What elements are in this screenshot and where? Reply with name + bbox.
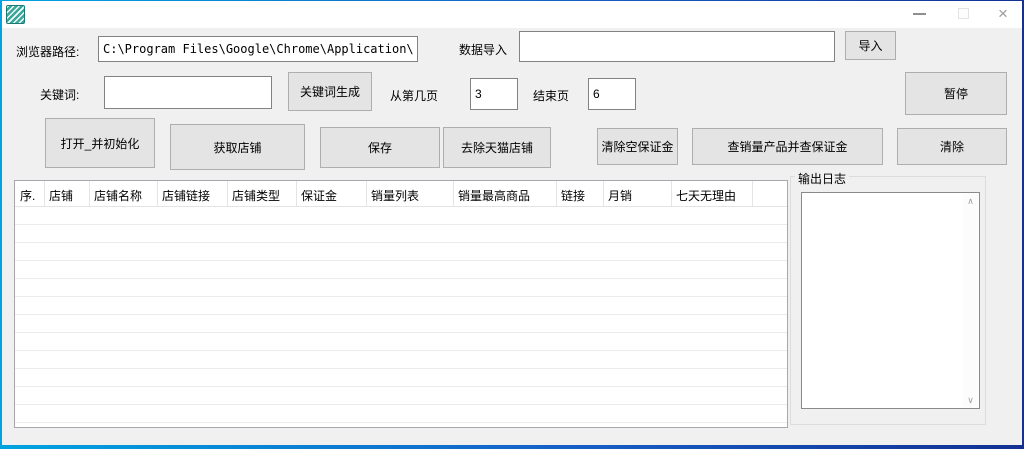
column-header-deposit[interactable]: 保证金 [301,187,337,204]
data-import-label: 数据导入 [459,41,507,58]
column-header-seven-day[interactable]: 七天无理由 [676,187,736,204]
query-sales-deposit-button[interactable]: 查销量产品并查保证金 [692,128,883,165]
column-header-top-product[interactable]: 销量最高商品 [458,187,530,204]
output-log-textbox[interactable]: ∧ ∨ [801,192,980,409]
output-log-label: 输出日志 [795,170,849,187]
keyword-generate-button[interactable]: 关键词生成 [288,72,372,111]
browser-path-input[interactable] [98,36,418,62]
clear-button[interactable]: 清除 [897,128,1007,165]
shop-table[interactable]: 序. 店铺 店铺名称 店铺链接 店铺类型 保证金 销量列表 销量最高商品 链接 … [14,180,788,428]
column-header-shop-link[interactable]: 店铺链接 [162,187,210,204]
page-from-label: 从第几页 [390,87,438,104]
column-header-shop[interactable]: 店铺 [49,187,73,204]
shop-table-body[interactable] [15,207,787,428]
column-header-shop-name[interactable]: 店铺名称 [94,187,142,204]
import-button[interactable]: 导入 [845,31,896,60]
column-header-shop-type[interactable]: 店铺类型 [232,187,280,204]
column-header-index[interactable]: 序. [20,187,35,204]
column-header-monthly-sales[interactable]: 月销 [608,187,632,204]
browser-path-label: 浏览器路径: [16,43,79,60]
maximize-button[interactable] [946,0,980,27]
scroll-up-icon[interactable]: ∧ [963,194,978,208]
clear-empty-deposit-button[interactable]: 清除空保证金 [597,128,678,165]
open-init-button[interactable]: 打开_并初始化 [45,118,155,168]
title-bar[interactable] [2,1,1022,28]
page-end-input[interactable] [588,78,636,110]
remove-tmall-button[interactable]: 去除天猫店铺 [443,127,551,168]
easy-language-icon [6,5,25,24]
app-window: × 浏览器路径: 数据导入 导入 关键词: 关键词生成 从第几页 结束页 暂停 … [0,0,1024,449]
column-header-sales-list[interactable]: 销量列表 [371,187,419,204]
log-scrollbar[interactable]: ∧ ∨ [963,194,978,407]
scroll-down-icon[interactable]: ∨ [963,393,978,407]
column-header-link[interactable]: 链接 [561,187,585,204]
page-end-label: 结束页 [533,87,569,104]
minimize-icon [913,13,926,15]
keyword-label: 关键词: [40,86,79,103]
keyword-input[interactable] [104,76,272,109]
minimize-button[interactable] [902,0,936,27]
close-button[interactable]: × [986,0,1020,27]
get-shops-button[interactable]: 获取店铺 [170,124,305,170]
close-icon: × [998,5,1008,22]
maximize-icon [958,8,969,19]
page-from-input[interactable] [470,78,518,110]
pause-button[interactable]: 暂停 [905,72,1007,115]
data-import-input[interactable] [519,31,835,62]
save-button[interactable]: 保存 [320,127,440,168]
output-log-group: 输出日志 ∧ ∨ [790,176,986,425]
